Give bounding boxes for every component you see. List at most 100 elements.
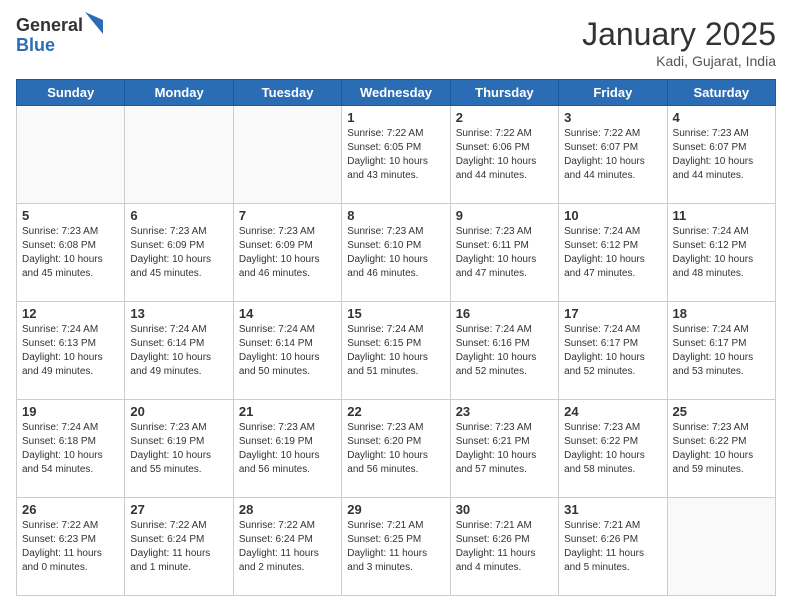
table-row: 14 Sunrise: 7:24 AM Sunset: 6:14 PM Dayli… <box>233 302 341 400</box>
day-number: 22 <box>347 404 444 419</box>
day-info: Sunrise: 7:22 AM Sunset: 6:24 PM Dayligh… <box>239 519 336 575</box>
day-info: Sunrise: 7:23 AM Sunset: 6:22 PM Dayligh… <box>564 421 661 477</box>
day-number: 16 <box>456 306 553 321</box>
day-number: 25 <box>673 404 770 419</box>
day-info: Sunrise: 7:22 AM Sunset: 6:24 PM Dayligh… <box>130 519 227 575</box>
table-row: 9 Sunrise: 7:23 AM Sunset: 6:11 PM Daylig… <box>450 204 558 302</box>
day-info: Sunrise: 7:24 AM Sunset: 6:14 PM Dayligh… <box>239 323 336 379</box>
table-row: 12Sunrise: 7:24 AM Sunset: 6:13 PM Dayli… <box>17 302 125 400</box>
day-number: 14 <box>239 306 336 321</box>
table-row: 31 Sunrise: 7:21 AM Sunset: 6:26 PM Dayli… <box>559 498 667 596</box>
col-sunday: Sunday <box>17 80 125 106</box>
day-info: Sunrise: 7:23 AM Sunset: 6:07 PM Dayligh… <box>673 127 770 183</box>
day-info: Sunrise: 7:23 AM Sunset: 6:11 PM Dayligh… <box>456 225 553 281</box>
day-number: 17 <box>564 306 661 321</box>
day-number: 9 <box>456 208 553 223</box>
day-number: 20 <box>130 404 227 419</box>
logo-icon <box>85 12 103 34</box>
day-number: 7 <box>239 208 336 223</box>
day-number: 12 <box>22 306 119 321</box>
day-number: 6 <box>130 208 227 223</box>
table-row: 24Sunrise: 7:23 AM Sunset: 6:22 PM Dayli… <box>559 400 667 498</box>
day-number: 30 <box>456 502 553 517</box>
day-number: 27 <box>130 502 227 517</box>
day-info: Sunrise: 7:23 AM Sunset: 6:08 PM Dayligh… <box>22 225 119 281</box>
day-number: 5 <box>22 208 119 223</box>
calendar-week-row: 12Sunrise: 7:24 AM Sunset: 6:13 PM Dayli… <box>17 302 776 400</box>
month-year: January 2025 <box>582 16 776 53</box>
col-friday: Friday <box>559 80 667 106</box>
table-row: 27 Sunrise: 7:22 AM Sunset: 6:24 PM Dayli… <box>125 498 233 596</box>
table-row: 7Sunrise: 7:23 AM Sunset: 6:09 PM Daylig… <box>233 204 341 302</box>
day-number: 18 <box>673 306 770 321</box>
calendar-header-row: Sunday Monday Tuesday Wednesday Thursday… <box>17 80 776 106</box>
table-row: 13 Sunrise: 7:24 AM Sunset: 6:14 PM Dayli… <box>125 302 233 400</box>
table-row: 10Sunrise: 7:24 AM Sunset: 6:12 PM Dayli… <box>559 204 667 302</box>
day-number: 15 <box>347 306 444 321</box>
calendar-week-row: 5 Sunrise: 7:23 AM Sunset: 6:08 PM Daylig… <box>17 204 776 302</box>
day-number: 1 <box>347 110 444 125</box>
day-info: Sunrise: 7:24 AM Sunset: 6:14 PM Dayligh… <box>130 323 227 379</box>
col-thursday: Thursday <box>450 80 558 106</box>
logo-text: General Blue <box>16 16 83 56</box>
table-row <box>233 106 341 204</box>
day-info: Sunrise: 7:22 AM Sunset: 6:05 PM Dayligh… <box>347 127 444 183</box>
day-info: Sunrise: 7:23 AM Sunset: 6:19 PM Dayligh… <box>239 421 336 477</box>
table-row: 11 Sunrise: 7:24 AM Sunset: 6:12 PM Dayli… <box>667 204 775 302</box>
page: General Blue January 2025 Kadi, Gujarat,… <box>0 0 792 612</box>
location: Kadi, Gujarat, India <box>582 53 776 69</box>
table-row: 6 Sunrise: 7:23 AM Sunset: 6:09 PM Daylig… <box>125 204 233 302</box>
day-info: Sunrise: 7:23 AM Sunset: 6:22 PM Dayligh… <box>673 421 770 477</box>
logo: General Blue <box>16 16 103 56</box>
title-block: January 2025 Kadi, Gujarat, India <box>582 16 776 69</box>
table-row: 8Sunrise: 7:23 AM Sunset: 6:10 PM Daylig… <box>342 204 450 302</box>
table-row: 4 Sunrise: 7:23 AM Sunset: 6:07 PM Daylig… <box>667 106 775 204</box>
day-number: 21 <box>239 404 336 419</box>
table-row: 20Sunrise: 7:23 AM Sunset: 6:19 PM Dayli… <box>125 400 233 498</box>
table-row: 15Sunrise: 7:24 AM Sunset: 6:15 PM Dayli… <box>342 302 450 400</box>
table-row <box>125 106 233 204</box>
logo-blue: Blue <box>16 36 83 56</box>
day-number: 11 <box>673 208 770 223</box>
day-info: Sunrise: 7:21 AM Sunset: 6:26 PM Dayligh… <box>456 519 553 575</box>
table-row: 18 Sunrise: 7:24 AM Sunset: 6:17 PM Dayli… <box>667 302 775 400</box>
calendar-week-row: 1 Sunrise: 7:22 AM Sunset: 6:05 PM Daylig… <box>17 106 776 204</box>
day-number: 19 <box>22 404 119 419</box>
day-number: 2 <box>456 110 553 125</box>
day-number: 29 <box>347 502 444 517</box>
table-row: 5 Sunrise: 7:23 AM Sunset: 6:08 PM Daylig… <box>17 204 125 302</box>
calendar-week-row: 19 Sunrise: 7:24 AM Sunset: 6:18 PM Dayli… <box>17 400 776 498</box>
logo-general: General <box>16 16 83 36</box>
calendar-week-row: 26Sunrise: 7:22 AM Sunset: 6:23 PM Dayli… <box>17 498 776 596</box>
table-row: 3Sunrise: 7:22 AM Sunset: 6:07 PM Daylig… <box>559 106 667 204</box>
table-row: 22 Sunrise: 7:23 AM Sunset: 6:20 PM Dayli… <box>342 400 450 498</box>
day-number: 31 <box>564 502 661 517</box>
day-info: Sunrise: 7:24 AM Sunset: 6:12 PM Dayligh… <box>673 225 770 281</box>
table-row: 16 Sunrise: 7:24 AM Sunset: 6:16 PM Dayli… <box>450 302 558 400</box>
day-number: 4 <box>673 110 770 125</box>
table-row: 19 Sunrise: 7:24 AM Sunset: 6:18 PM Dayli… <box>17 400 125 498</box>
day-info: Sunrise: 7:22 AM Sunset: 6:06 PM Dayligh… <box>456 127 553 183</box>
day-info: Sunrise: 7:23 AM Sunset: 6:10 PM Dayligh… <box>347 225 444 281</box>
col-saturday: Saturday <box>667 80 775 106</box>
day-info: Sunrise: 7:24 AM Sunset: 6:18 PM Dayligh… <box>22 421 119 477</box>
day-info: Sunrise: 7:21 AM Sunset: 6:26 PM Dayligh… <box>564 519 661 575</box>
day-info: Sunrise: 7:23 AM Sunset: 6:21 PM Dayligh… <box>456 421 553 477</box>
day-info: Sunrise: 7:24 AM Sunset: 6:17 PM Dayligh… <box>673 323 770 379</box>
table-row: 17Sunrise: 7:24 AM Sunset: 6:17 PM Dayli… <box>559 302 667 400</box>
table-row: 2 Sunrise: 7:22 AM Sunset: 6:06 PM Daylig… <box>450 106 558 204</box>
table-row <box>17 106 125 204</box>
day-info: Sunrise: 7:23 AM Sunset: 6:09 PM Dayligh… <box>130 225 227 281</box>
day-number: 28 <box>239 502 336 517</box>
day-info: Sunrise: 7:23 AM Sunset: 6:20 PM Dayligh… <box>347 421 444 477</box>
day-number: 13 <box>130 306 227 321</box>
day-info: Sunrise: 7:24 AM Sunset: 6:16 PM Dayligh… <box>456 323 553 379</box>
day-number: 26 <box>22 502 119 517</box>
table-row: 30 Sunrise: 7:21 AM Sunset: 6:26 PM Dayli… <box>450 498 558 596</box>
table-row: 26Sunrise: 7:22 AM Sunset: 6:23 PM Dayli… <box>17 498 125 596</box>
table-row: 21 Sunrise: 7:23 AM Sunset: 6:19 PM Dayli… <box>233 400 341 498</box>
calendar-table: Sunday Monday Tuesday Wednesday Thursday… <box>16 79 776 596</box>
table-row: 1 Sunrise: 7:22 AM Sunset: 6:05 PM Daylig… <box>342 106 450 204</box>
col-monday: Monday <box>125 80 233 106</box>
day-number: 23 <box>456 404 553 419</box>
